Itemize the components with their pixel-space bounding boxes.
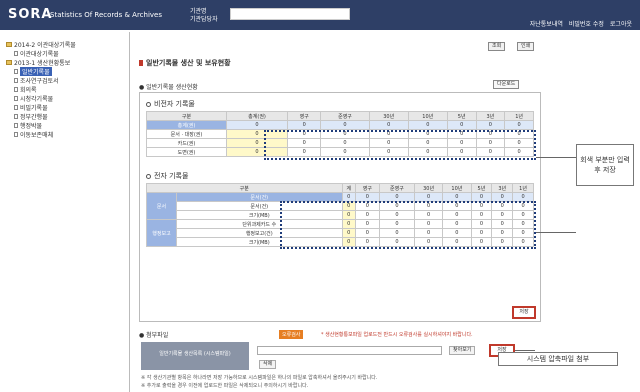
document-icon [14,123,18,128]
title-marker-icon [139,60,143,66]
main-content: 조회 인쇄 일반기록물 생산 및 보유현황 ● 일반기록물 생산현황 다운로드 … [133,32,640,392]
document-icon [14,132,18,137]
browse-button[interactable]: 찾아보기 [449,346,476,355]
folder-icon [6,60,12,65]
input-area-highlight [264,130,536,160]
circle-icon [146,173,151,179]
download-button[interactable]: 다운로드 [493,80,520,89]
save-button[interactable]: 저장 [512,306,536,319]
attachment-note: ※ 각 생산기관별 항목은 하나라면 저장 가능하므로 시스템파일은 하나의 파… [141,375,378,381]
tree-item-transfer-records[interactable]: 이관대상기록물 [14,49,59,58]
document-icon [14,69,18,74]
attachment-note: ※ 추가로 출력을 경우 이전에 업로드한 파일은 삭제되오니 주의하시기 바랍… [141,383,309,389]
electronic-title: 전자 기록물 [146,171,188,181]
callout-line [536,232,576,233]
callout-line [536,157,576,158]
logo: SORA [8,7,53,22]
org-field [230,8,350,20]
attachment-title: ● 첨부파일 [139,332,169,339]
logo-subtitle: Statistics Of Records & Archives [50,11,163,19]
document-icon [14,114,18,119]
tree-item-media[interactable]: 이동보존매체 [14,130,53,139]
file-path-input[interactable] [257,346,442,355]
tree-folder-production[interactable]: 2013-1 생산현황통보 [6,58,70,67]
circle-icon [146,101,151,107]
delete-button[interactable]: 삭제 [259,360,277,369]
print-button[interactable]: 인쇄 [517,42,535,51]
tree-item-minutes[interactable]: 회의록 [14,85,37,94]
document-icon [14,51,18,56]
section-subtitle: ● 일반기록물 생산현황 [139,84,198,91]
tree-item-audiovisual[interactable]: 시청각기록물 [14,94,53,103]
change-password-link[interactable]: 비밀번호 수정 [569,19,604,28]
stats-panel: 비전자 기록물 구분 총계(권) 영구 준영구 30년 10년 5년 3년 1년… [139,92,541,322]
tree-item-publications[interactable]: 정부간행물 [14,112,48,121]
attachment-warning: * 생산현황통보파일 업로드전 반드시 오류검사를 실시하셔야지 바랍니다. [321,332,473,338]
folder-icon [6,42,12,47]
input-area-highlight [280,201,536,249]
header-bar: SORA Statistics Of Records & Archives 기관… [0,0,640,30]
user-label: 기관담당자 [190,16,218,23]
callout-input-hint: 회색 부분만 입력 후 저장 [576,144,634,186]
sidebar-tree: 2014-2 이관대상기록물 이관대상기록물 2013-1 생산현황통보 일반기… [0,32,130,392]
page-title: 일반기록물 생산 및 보유현황 [139,58,231,68]
tree-item-artifacts[interactable]: 행정박물 [14,121,42,130]
tree-item-research[interactable]: 조사연구검토서 [14,76,59,85]
nonelectronic-title: 비전자 기록물 [146,99,195,109]
tree-folder-transfer[interactable]: 2014-2 이관대상기록물 [6,40,76,49]
error-check-button[interactable]: 오류검사 [279,330,304,339]
tree-item-secret[interactable]: 비밀기록물 [14,103,48,112]
document-icon [14,105,18,110]
attachment-label: 일반기록물 생산목록 (시스템파일) [141,342,249,370]
table-row: 총계(권) 00000000 [146,120,534,130]
search-button[interactable]: 조회 [488,42,506,51]
callout-attach-hint: 시스템 압축파일 첨부 [498,352,618,366]
callout-line [515,350,535,351]
document-icon [14,78,18,83]
document-icon [14,96,18,101]
notice-link[interactable]: 자난통보내역 [530,19,563,28]
document-icon [14,87,18,92]
logout-link[interactable]: 로그아웃 [610,19,632,28]
tree-item-general-records[interactable]: 일반기록물 [14,67,52,76]
attachment-section: ● 첨부파일 오류검사 * 생산현황통보파일 업로드전 반드시 오류검사를 실시… [139,330,541,390]
